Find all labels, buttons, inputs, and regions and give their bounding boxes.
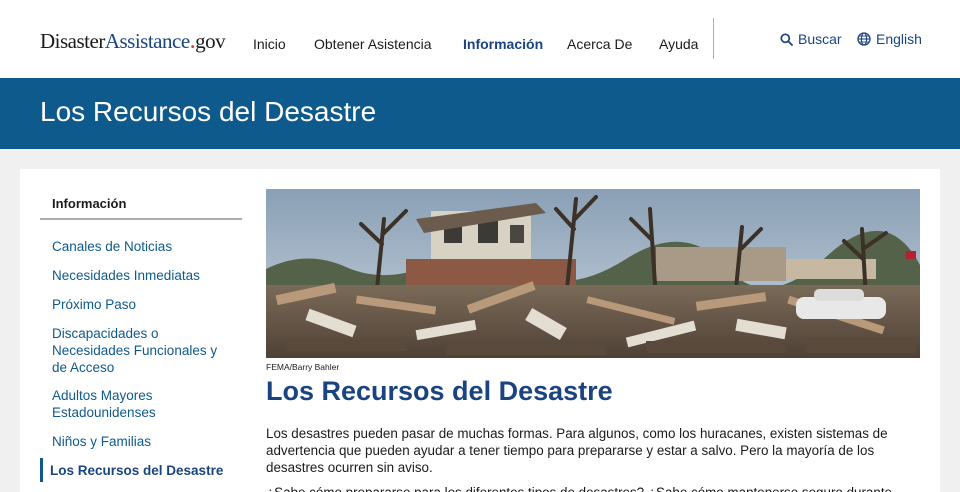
sidebar-item-proximo-paso[interactable]: Próximo Paso bbox=[52, 296, 232, 313]
second-paragraph: ¿Sabe cómo prepararse para los diferente… bbox=[266, 484, 920, 492]
sidebar-current-marker bbox=[40, 458, 43, 482]
search-icon bbox=[780, 32, 793, 46]
disaster-photo bbox=[266, 189, 920, 358]
site-logo[interactable]: DisasterAssistance.gov bbox=[40, 29, 226, 54]
sidebar-item-necesidades-inmediatas[interactable]: Necesidades Inmediatas bbox=[52, 267, 232, 284]
language-toggle[interactable]: English bbox=[857, 31, 922, 47]
hero-image bbox=[266, 189, 920, 358]
sidebar-title: Información bbox=[52, 196, 127, 211]
sidebar-divider bbox=[40, 218, 242, 220]
page-banner: Los Recursos del Desastre bbox=[0, 78, 960, 149]
nav-inicio[interactable]: Inicio bbox=[253, 36, 286, 52]
sidebar-item-los-recursos-del-desastre[interactable]: Los Recursos del Desastre bbox=[50, 462, 230, 479]
nav-divider bbox=[713, 18, 714, 59]
nav-ayuda[interactable]: Ayuda bbox=[659, 36, 698, 52]
logo-text-assistance: Assistance bbox=[104, 29, 190, 53]
logo-text-gov: gov bbox=[195, 29, 226, 53]
nav-obtener-asistencia[interactable]: Obtener Asistencia bbox=[314, 36, 432, 52]
intro-paragraph: Los desastres pueden pasar de muchas for… bbox=[266, 426, 888, 475]
logo-text-disaster: Disaster bbox=[40, 29, 105, 53]
search-button[interactable]: Buscar bbox=[780, 31, 842, 47]
nav-informacion[interactable]: Información bbox=[463, 36, 543, 52]
site-header: DisasterAssistance.gov Inicio Obtener As… bbox=[0, 0, 960, 78]
search-label: Buscar bbox=[798, 31, 842, 47]
sidebar-item-ninos-y-familias[interactable]: Niños y Familias bbox=[52, 433, 232, 450]
nav-acerca-de[interactable]: Acerca De bbox=[567, 36, 632, 52]
main-title: Los Recursos del Desastre bbox=[266, 376, 613, 406]
sidebar-item-adultos-mayores[interactable]: Adultos Mayores Estadounidenses bbox=[52, 387, 192, 421]
globe-icon bbox=[857, 32, 871, 46]
sidebar-item-discapacidades[interactable]: Discapacidades o Necesidades Funcionales… bbox=[52, 325, 227, 376]
banner-title: Los Recursos del Desastre bbox=[40, 96, 377, 127]
sidebar-item-canales-de-noticias[interactable]: Canales de Noticias bbox=[52, 238, 232, 255]
language-label: English bbox=[876, 31, 922, 47]
image-caption: FEMA/Barry Bahler bbox=[266, 362, 340, 372]
